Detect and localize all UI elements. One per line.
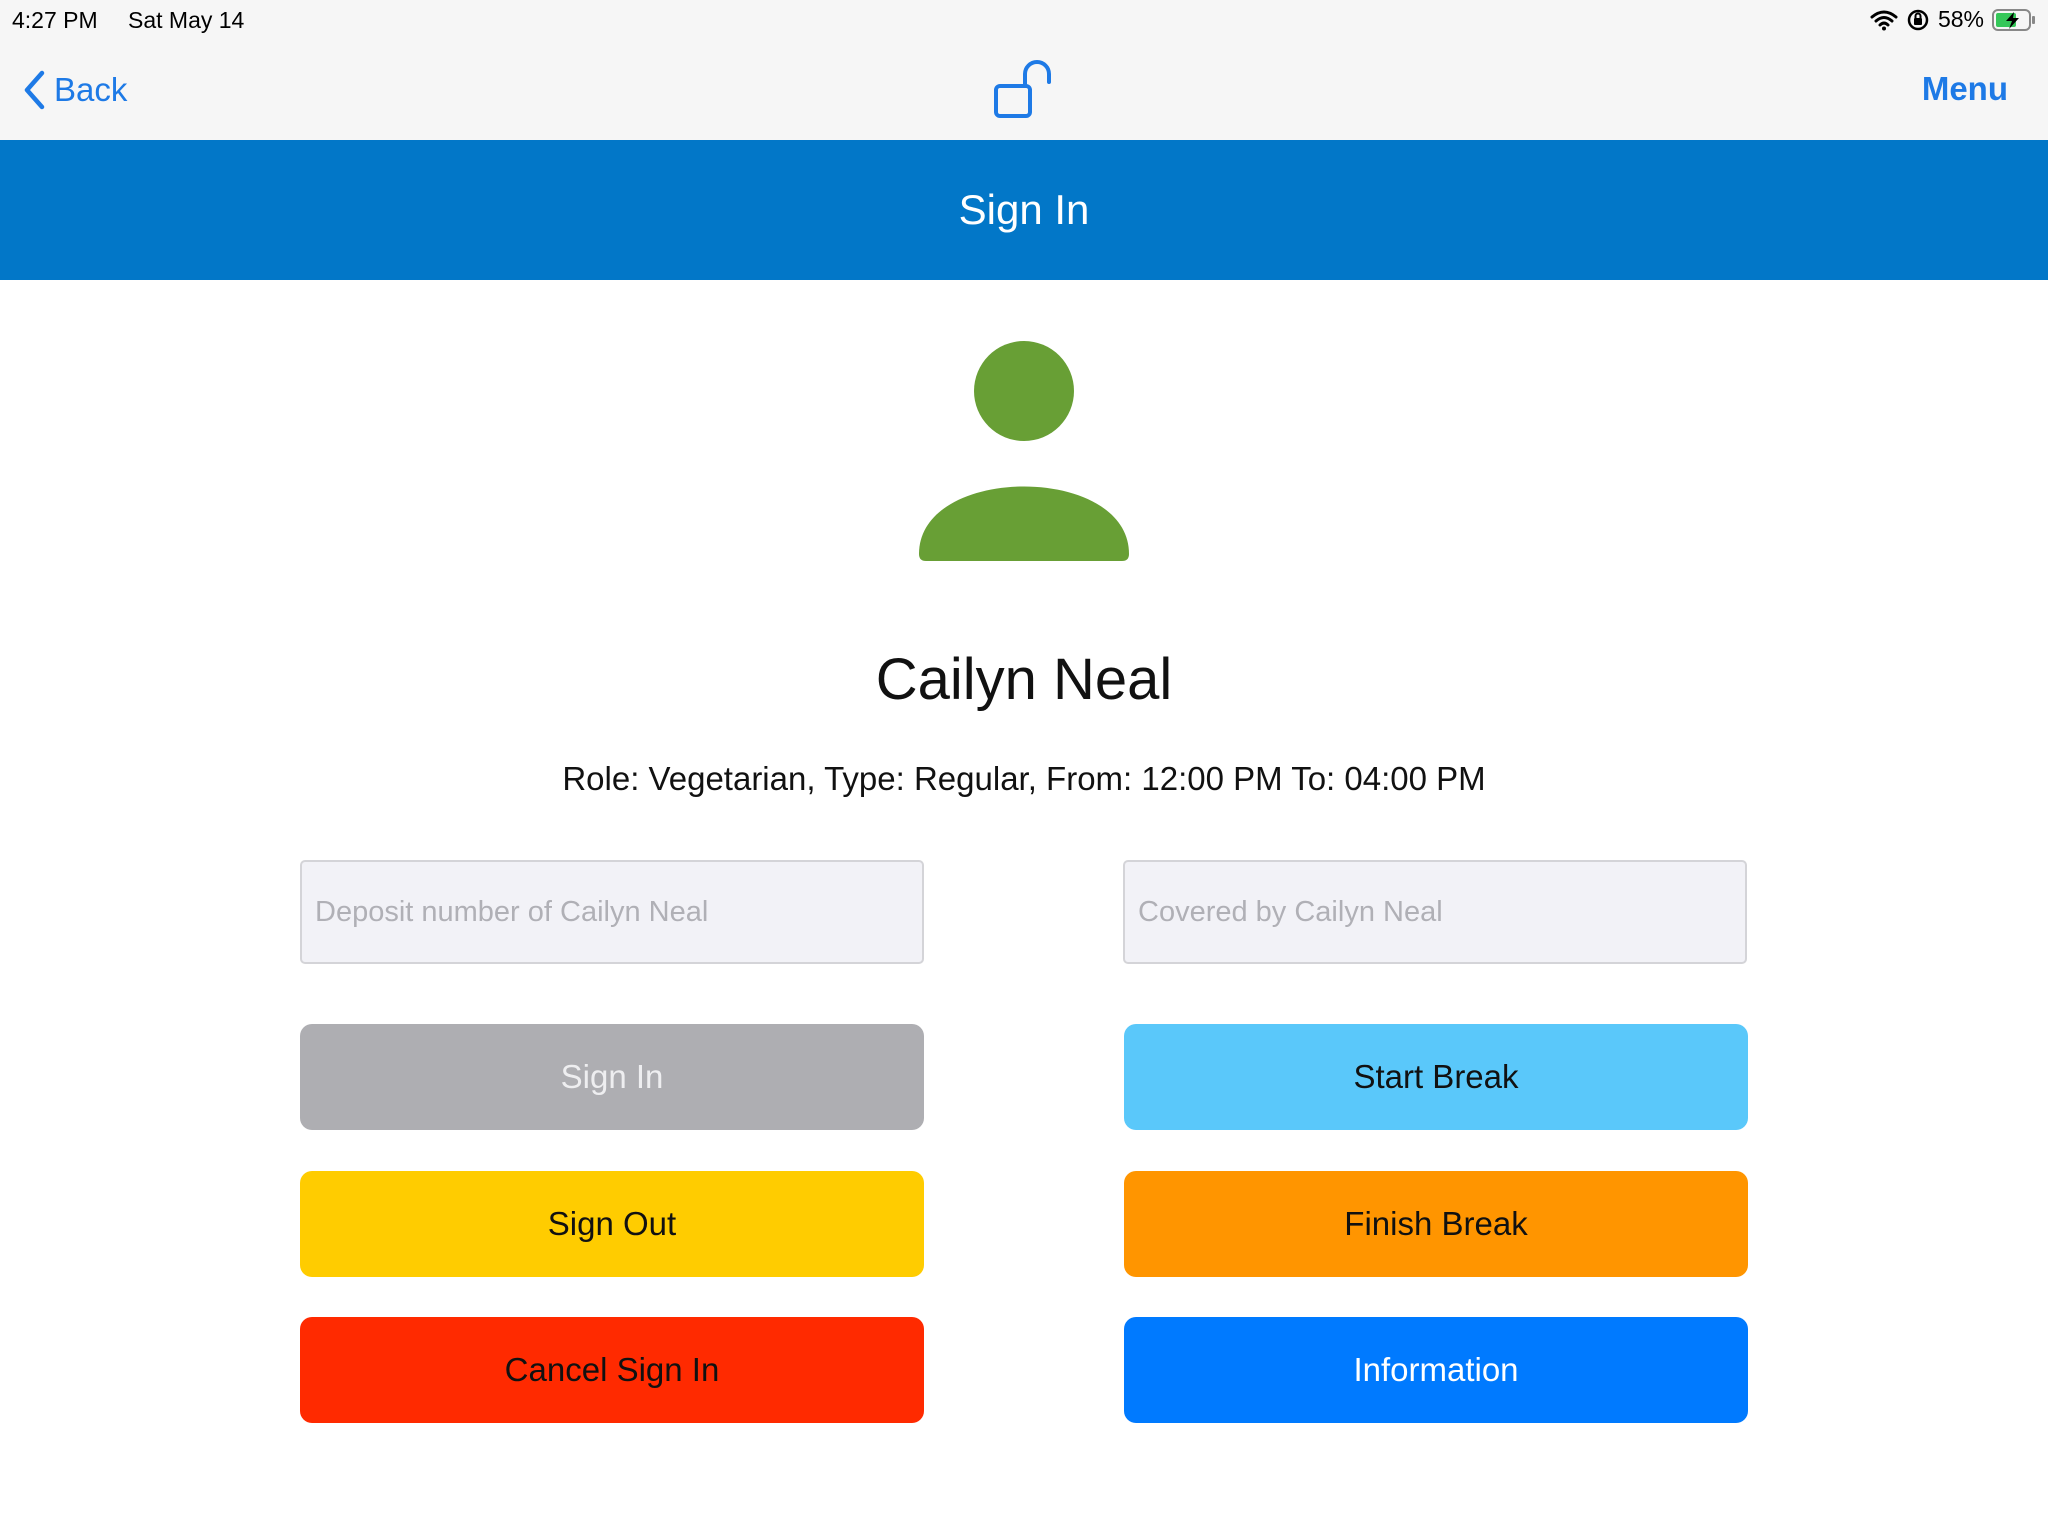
status-time: 4:27 PM [12, 7, 98, 33]
person-icon [919, 341, 1129, 561]
deposit-number-field[interactable] [300, 860, 924, 964]
chevron-left-icon [24, 70, 45, 110]
navigation-bar: Back Menu [0, 40, 2048, 140]
sign-in-button[interactable]: Sign In [300, 1024, 924, 1130]
person-name: Cailyn Neal [875, 647, 1173, 712]
battery-percent: 58% [1937, 6, 1984, 32]
battery-charging-icon [1992, 8, 2035, 31]
start-break-button[interactable]: Start Break [1124, 1024, 1748, 1130]
back-button[interactable]: Back [22, 68, 127, 112]
wifi-icon [1870, 10, 1898, 30]
finish-break-button[interactable]: Finish Break [1124, 1171, 1748, 1277]
page-title: Sign In [958, 186, 1090, 233]
status-indicators: 58% [1870, 6, 2036, 33]
menu-button[interactable]: Menu [1922, 70, 2008, 108]
back-label: Back [54, 71, 128, 108]
page-header: Sign In [0, 140, 2048, 280]
sign-out-button[interactable]: Sign Out [300, 1171, 924, 1277]
status-date: Sat May 14 [128, 7, 245, 33]
status-bar: 4:27 PM Sat May 14 58% [0, 0, 2048, 40]
shift-info: Role: Vegetarian, Type: Regular, From: 1… [562, 760, 1486, 797]
information-button[interactable]: Information [1124, 1317, 1748, 1423]
unlocked-padlock-icon[interactable] [993, 60, 1055, 122]
orientation-lock-icon [1907, 9, 1929, 30]
cancel-sign-in-button[interactable]: Cancel Sign In [300, 1317, 924, 1423]
covered-by-field[interactable] [1123, 860, 1747, 964]
